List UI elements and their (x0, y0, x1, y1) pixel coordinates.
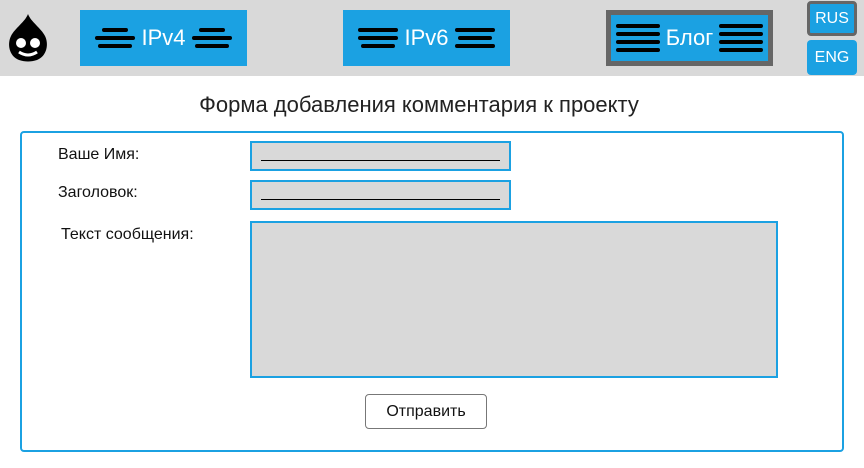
bars-icon-right (191, 26, 232, 50)
nav-item-label: IPv4 (141, 25, 186, 50)
bars-icon-left (95, 26, 136, 50)
nav-item-label: Блог (665, 25, 714, 50)
input-underline (261, 160, 500, 161)
lang-button-eng[interactable]: ENG (807, 40, 857, 75)
nav-item-blog[interactable]: Блог (606, 10, 773, 66)
lang-button-rus[interactable]: RUS (807, 1, 857, 36)
top-navigation-bar: IPv4 IPv6 Блог RUS ENG (0, 0, 864, 76)
message-textarea[interactable] (250, 221, 778, 378)
drupal-logo-icon[interactable] (7, 12, 49, 62)
input-underline (261, 199, 500, 200)
title-label: Заголовок: (58, 184, 138, 201)
name-label: Ваше Имя: (58, 146, 140, 163)
page-title: Форма добавления комментария к проекту (199, 92, 639, 117)
bars-icon-right (454, 26, 495, 50)
nav-item-label: IPv6 (404, 25, 449, 50)
submit-button[interactable]: Отправить (365, 394, 487, 429)
bars-icon-left (615, 22, 660, 54)
name-input[interactable] (250, 141, 511, 171)
bars-icon-right (719, 22, 764, 54)
nav-item-ipv4[interactable]: IPv4 (80, 10, 247, 66)
title-input[interactable] (250, 180, 511, 210)
nav-item-ipv6[interactable]: IPv6 (343, 10, 510, 66)
bars-icon-left (358, 26, 399, 50)
message-label: Текст сообщения: (61, 226, 194, 243)
